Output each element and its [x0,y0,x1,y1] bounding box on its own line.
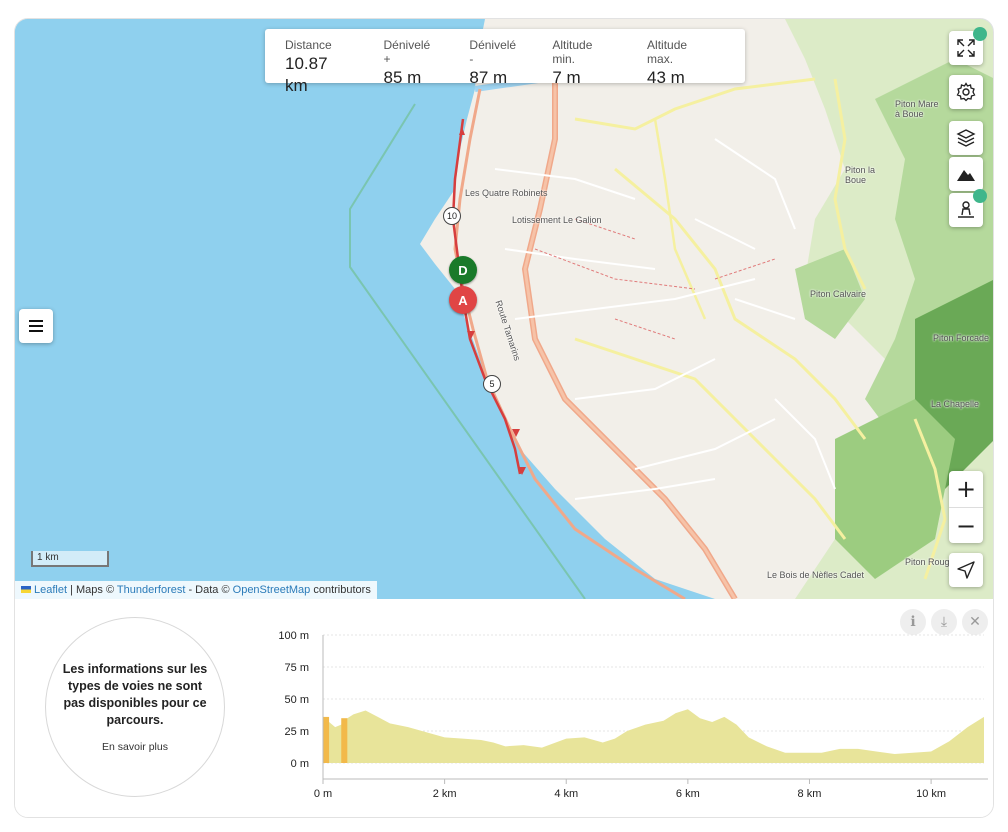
streetview-button[interactable] [949,189,987,227]
settings-button[interactable] [949,75,983,109]
zoom-in-button[interactable]: + [949,471,983,507]
x-tick-label: 2 km [433,788,457,800]
terrain-button[interactable] [949,157,983,191]
badge-icon [973,189,987,203]
x-tick-label: 0 m [314,788,332,800]
flag-icon [21,586,31,593]
stat-elevation-loss: Dénivelé - 87 m [469,38,522,87]
map-view[interactable]: Les Quatre Robinets Lotissement Le Galio… [15,19,993,599]
fullscreen-icon [957,39,975,57]
menu-icon [29,320,43,332]
highlight-segment [323,716,330,763]
place-label: Piton Mare à Boue [895,99,939,119]
scale-bar: 1 km [31,551,109,567]
zoom-out-button[interactable]: − [949,507,983,543]
layers-icon [956,129,976,147]
place-label: Les Quatre Robinets [465,188,548,198]
surface-info-circle: Les informations sur les types de voies … [45,617,225,797]
surface-info-message: Les informations sur les types de voies … [62,662,208,727]
locate-button[interactable] [949,553,983,587]
menu-button[interactable] [19,309,53,343]
stat-label: Distance [285,38,332,52]
stat-value: 85 m [383,68,422,87]
route-viewer: Les Quatre Robinets Lotissement Le Galio… [14,18,994,818]
learn-more-link[interactable]: En savoir plus [102,741,168,753]
place-label: Piton la Boue [845,165,876,185]
end-marker[interactable]: A [449,286,477,314]
place-label: Lotissement Le Galion [512,215,602,225]
stat-altitude-min: Altitude min. 7 m [552,38,617,87]
km-marker: 10 [443,207,461,225]
elevation-chart[interactable]: 100 m 75 m 50 m 25 m 0 m 0 m 2 km 4 km 6 km 8 km 1… [251,619,991,809]
place-label: Piton Calvaire [810,289,867,299]
y-tick-label: 100 m [278,630,309,642]
y-tick-label: 75 m [285,662,309,674]
elevation-area [323,709,984,763]
place-label: Le Bois de Nèfles Cadet [767,570,865,580]
y-tick-label: 50 m [285,694,309,706]
leaflet-link[interactable]: Leaflet [34,584,67,596]
zoom-control: + − [949,471,983,543]
stat-value: 43 m [647,68,685,87]
attribution-text: - Data © [185,584,233,596]
stat-value: 7 m [552,68,581,87]
stat-label: Altitude min. [552,38,593,66]
terrain-icon [957,170,975,181]
stat-label: Dénivelé - [469,38,517,66]
x-tick-label: 8 km [798,788,822,800]
layers-button[interactable] [949,121,983,155]
stat-elevation-gain: Dénivelé + 85 m [383,38,440,87]
stat-altitude-max: Altitude max. 43 m [647,38,715,87]
stat-label: Altitude max. [647,38,688,66]
place-label: Piton Forcade [933,333,990,343]
attribution-text: contributors [310,584,371,596]
stat-distance: Distance 10.87 km [285,38,354,95]
x-tick-label: 4 km [554,788,578,800]
fullscreen-button[interactable] [949,27,987,65]
stat-value: 10.87 km [285,54,328,95]
stat-value: 87 m [469,68,508,87]
attribution-text: | Maps © [67,584,117,596]
locate-icon [957,561,975,579]
thunderforest-link[interactable]: Thunderforest [117,584,185,596]
start-marker[interactable]: D [449,256,477,284]
stat-label: Dénivelé + [383,38,431,66]
x-tick-label: 10 km [916,788,946,800]
km-marker: 5 [483,375,501,393]
x-tick-label: 6 km [676,788,700,800]
streetview-icon [958,201,974,218]
badge-icon [973,27,987,41]
route-stats-panel: Distance 10.87 km Dénivelé + 85 m Dénivelé… [265,29,745,95]
map-attribution: Leaflet | Maps © Thunderforest - Data © … [15,581,377,599]
place-label: Piton Rouge [905,557,955,567]
highlight-segment [341,718,348,763]
place-label: La Chapelle [931,399,980,409]
osm-link[interactable]: OpenStreetMap [233,584,311,596]
settings-icon [956,82,976,102]
elevation-panel: Les informations sur les types de voies … [15,599,993,817]
y-tick-label: 25 m [285,726,309,738]
y-tick-label: 0 m [291,758,309,770]
